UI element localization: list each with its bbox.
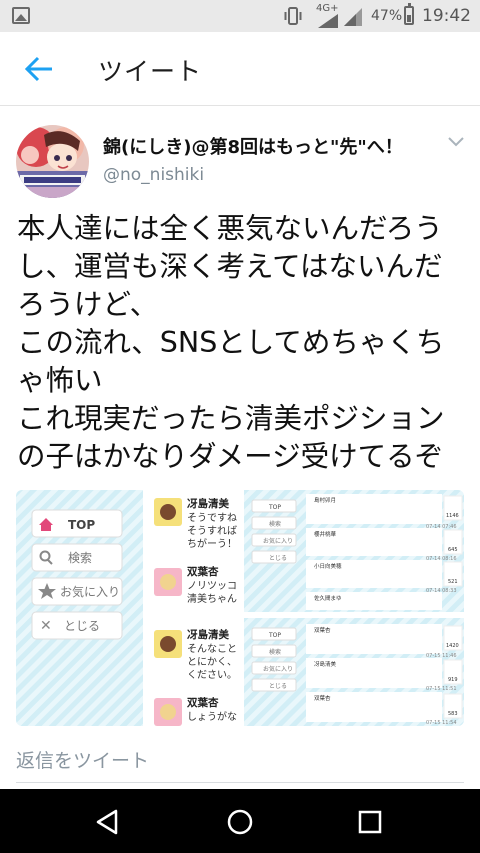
mini-post-time: 07-14 08:16 bbox=[426, 556, 457, 562]
tweet-text: 本人達には全く悪気ないんだろう し、運営も深く考えてはないんだ ろうけど、 この… bbox=[17, 210, 472, 476]
mini-post-name: 小日向美穂 bbox=[314, 562, 342, 570]
nav-bar bbox=[0, 789, 480, 853]
mini-menu-top: TOP bbox=[268, 504, 281, 511]
mini-post-count: 919 bbox=[448, 677, 458, 683]
tweet-line: 本人達には全く悪気ないんだろう bbox=[17, 212, 443, 245]
media-menu-favorites: お気に入り bbox=[60, 584, 120, 599]
media-post-line: しょうがな bbox=[187, 710, 237, 723]
reply-input[interactable]: 返信をツイート bbox=[16, 746, 149, 773]
mini-post-count: 645 bbox=[448, 547, 458, 553]
reply-bar[interactable]: 返信をツイート bbox=[0, 730, 480, 788]
mini-menu-favorites: お気に入り bbox=[263, 537, 293, 545]
mini-post-time: 07-14 07:46 bbox=[426, 524, 457, 530]
media-post-line: ノリツッコ bbox=[187, 581, 237, 592]
signal-icon bbox=[318, 14, 338, 28]
vibrate-icon bbox=[284, 7, 302, 25]
mini-post-time: 07-15 11:46 bbox=[426, 653, 457, 659]
mini-menu-search: 検索 bbox=[269, 648, 281, 656]
chevron-down-icon[interactable] bbox=[446, 135, 466, 149]
media-post-line: そうですね bbox=[187, 512, 237, 524]
mini-post-time: 07-14 08:33 bbox=[426, 588, 457, 594]
mini-post-name: 冴島清美 bbox=[314, 660, 337, 668]
media-post-name: 冴島清美 bbox=[187, 497, 229, 510]
tweet-line: し、運営も深く考えてはないんだ bbox=[17, 250, 443, 283]
tweet-line: の子はかなりダメージ受けてるぞ bbox=[17, 440, 444, 473]
media-menu-search: 検索 bbox=[68, 551, 92, 565]
mini-post-time: 07-15 11:54 bbox=[426, 720, 457, 726]
media-post-line: ちがーう！ bbox=[187, 537, 237, 550]
media-post-line: ください。 bbox=[187, 669, 237, 681]
gallery-icon bbox=[12, 7, 30, 24]
battery-icon bbox=[404, 3, 414, 25]
battery-percent: 47% bbox=[371, 8, 403, 24]
media-menu-close: とじる bbox=[64, 619, 100, 633]
mini-menu-favorites: お気に入り bbox=[263, 665, 293, 673]
recents-square-icon[interactable] bbox=[355, 807, 385, 837]
media-menu-top: TOP bbox=[68, 518, 95, 532]
media-post-name: 双葉杏 bbox=[186, 565, 219, 578]
back-triangle-icon[interactable] bbox=[92, 807, 122, 837]
mini-menu-top: TOP bbox=[268, 632, 281, 639]
reply-underline bbox=[16, 782, 464, 783]
author-name[interactable]: 錦(にしき)@第8回はもっと"先"へ！ bbox=[103, 133, 403, 159]
close-icon: ✕ bbox=[40, 618, 52, 634]
author-handle[interactable]: @no_nishiki bbox=[103, 165, 204, 185]
mini-post-name: 櫻井桃華 bbox=[314, 530, 337, 538]
tweet-line: これ現実だったら清美ポジション bbox=[17, 402, 445, 435]
clock: 19:42 bbox=[422, 6, 471, 26]
back-arrow-icon[interactable] bbox=[22, 54, 56, 84]
media-post-line: そんなこと bbox=[187, 643, 237, 655]
app-bar: ツイート bbox=[0, 32, 480, 106]
tweet-media-image[interactable]: TOP 検索 お気に入り ✕ とじる 冴島清美 そうですね そうすれば ちがーう… bbox=[16, 490, 464, 726]
mini-menu-close: とじる bbox=[269, 683, 287, 690]
mini-post-count: 1420 bbox=[446, 643, 459, 649]
mini-post-count: 1146 bbox=[446, 513, 459, 519]
mini-menu-search: 検索 bbox=[269, 520, 281, 528]
media-post-line: とにかく、 bbox=[187, 656, 237, 668]
media-post-name: 冴島清美 bbox=[187, 628, 229, 641]
tweet-line: ゃ怖い bbox=[17, 364, 103, 397]
home-circle-icon[interactable] bbox=[225, 807, 255, 837]
mini-post-name: 佐久間まゆ bbox=[314, 594, 342, 602]
avatar[interactable] bbox=[16, 125, 89, 198]
avatar-image bbox=[16, 125, 89, 198]
mini-post-count: 583 bbox=[448, 711, 458, 717]
page-title: ツイート bbox=[98, 57, 203, 86]
tweet-line: ろうけど、 bbox=[17, 288, 159, 321]
mini-menu-close: とじる bbox=[269, 555, 287, 562]
tweet-line: この流れ、SNSとしてめちゃくち bbox=[17, 326, 445, 359]
mini-post-name: 島村卯月 bbox=[314, 496, 336, 504]
media-post-name: 双葉杏 bbox=[186, 696, 219, 709]
network-type: 4G+ bbox=[316, 3, 339, 14]
mini-post-count: 521 bbox=[448, 579, 458, 585]
status-bar: 4G+ 47% 19:42 bbox=[0, 0, 480, 32]
media-post-line: そうすれば bbox=[187, 525, 237, 537]
mini-post-name: 双葉杏 bbox=[314, 694, 331, 702]
media-post-line: 清美ちゃん bbox=[187, 592, 237, 605]
mini-post-name: 双葉杏 bbox=[314, 626, 331, 634]
signal-icon-2 bbox=[344, 8, 362, 26]
mini-post-time: 07-15 11:51 bbox=[426, 686, 457, 692]
